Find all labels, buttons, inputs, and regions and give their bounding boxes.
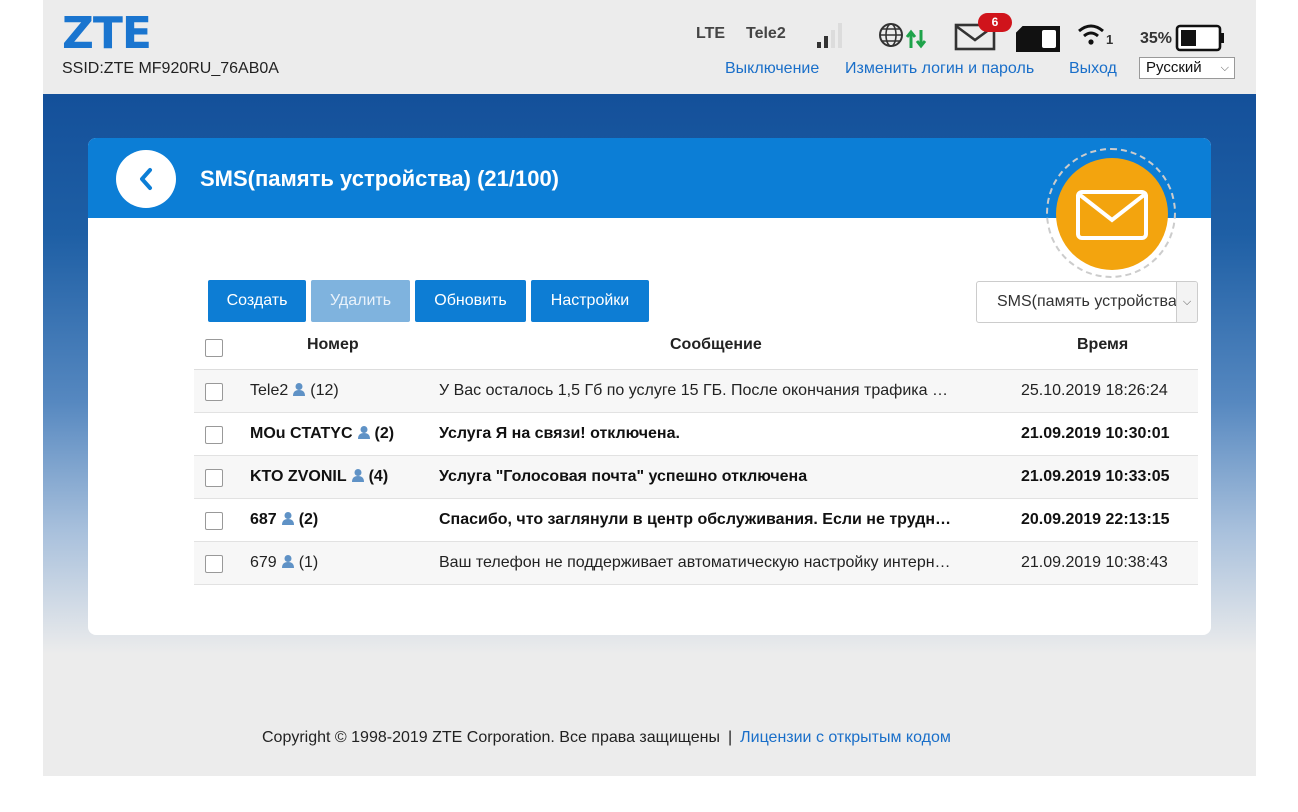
- row-number[interactable]: KTO ZVONIL (4): [250, 468, 388, 486]
- storage-select[interactable]: SMS(память устройства) ⌵: [976, 281, 1198, 323]
- message-preview[interactable]: Спасибо, что заглянули в центр обслужива…: [439, 511, 999, 529]
- person-icon: [293, 383, 306, 396]
- row-number[interactable]: MOu CTATYC (2): [250, 425, 394, 443]
- table-row[interactable]: 679 (1) Ваш телефон не поддерживает автом…: [194, 542, 1198, 585]
- table-header: Номер Сообщение Время: [194, 326, 1198, 371]
- copyright-text: Copyright © 1998-2019 ZTE Corporation. В…: [262, 729, 720, 746]
- message-preview[interactable]: У Вас осталось 1,5 Гб по услуге 15 ГБ. П…: [439, 382, 999, 400]
- person-icon: [281, 555, 294, 568]
- row-checkbox[interactable]: [205, 555, 223, 573]
- battery-percent: 35%: [1140, 30, 1173, 47]
- message-count: (4): [368, 468, 389, 485]
- shutdown-link[interactable]: Выключение: [725, 60, 819, 78]
- message-time: 25.10.2019 18:26:24: [1021, 382, 1168, 399]
- row-checkbox[interactable]: [205, 469, 223, 487]
- message-time: 21.09.2019 10:38:43: [1021, 554, 1168, 571]
- person-icon: [351, 469, 364, 482]
- sender-name: 687: [250, 511, 277, 528]
- ssid-label: SSID:ZTE MF920RU_76AB0A: [62, 60, 279, 77]
- wifi-icon: [1078, 24, 1104, 45]
- refresh-button[interactable]: Обновить: [415, 280, 526, 322]
- mail-badge: [1056, 158, 1168, 270]
- language-select[interactable]: Русский ⌵: [1139, 57, 1235, 79]
- row-checkbox[interactable]: [205, 383, 223, 401]
- footer: Copyright © 1998-2019 ZTE Corporation. В…: [262, 729, 951, 747]
- message-preview[interactable]: Услуга Я на связи! отключена.: [439, 425, 999, 443]
- message-time: 21.09.2019 10:33:05: [1021, 468, 1170, 485]
- person-icon: [357, 426, 370, 439]
- delete-button[interactable]: Удалить: [311, 280, 410, 322]
- page-title: SMS(память устройства) (21/100): [200, 166, 560, 191]
- sender-name: KTO ZVONIL: [250, 468, 347, 485]
- row-number[interactable]: 679 (1): [250, 554, 318, 572]
- table-row[interactable]: KTO ZVONIL (4) Услуга "Голосовая почта" у…: [194, 456, 1198, 499]
- message-preview[interactable]: Услуга "Голосовая почта" успешно отключе…: [439, 468, 999, 486]
- back-button[interactable]: [116, 150, 176, 208]
- storage-select-value: SMS(память устройства): [997, 293, 1183, 310]
- person-icon: [281, 512, 294, 525]
- message-time: 20.09.2019 22:13:15: [1021, 511, 1170, 528]
- signal-icon: [817, 23, 842, 48]
- row-checkbox[interactable]: [205, 512, 223, 530]
- back-icon: [140, 168, 152, 190]
- row-number[interactable]: 687 (2): [250, 511, 318, 529]
- column-time[interactable]: Время: [1077, 336, 1128, 354]
- language-value: Русский: [1146, 59, 1202, 76]
- open-source-license-link[interactable]: Лицензии с открытым кодом: [740, 729, 951, 746]
- table-row[interactable]: MOu CTATYC (2) Услуга Я на связи! отключе…: [194, 413, 1198, 456]
- sender-name: 679: [250, 554, 277, 571]
- battery-icon: [1175, 24, 1224, 52]
- column-number[interactable]: Номер: [307, 336, 359, 354]
- create-button[interactable]: Создать: [208, 280, 306, 322]
- table-row[interactable]: 687 (2) Спасибо, что заглянули в центр об…: [194, 499, 1198, 542]
- select-all-checkbox[interactable]: [205, 339, 223, 357]
- chevron-down-icon: ⌵: [1176, 282, 1197, 322]
- logout-link[interactable]: Выход: [1069, 60, 1117, 78]
- sender-name: MOu CTATYC: [250, 425, 353, 442]
- row-number[interactable]: Tele2 (12): [250, 382, 339, 400]
- data-arrows-icon: [905, 29, 927, 49]
- wifi-users-count: 1: [1106, 32, 1114, 47]
- network-type: LTE: [696, 25, 726, 42]
- row-checkbox[interactable]: [205, 426, 223, 444]
- sms-unread-badge: 6: [978, 13, 1012, 32]
- zte-logo[interactable]: ZTE: [62, 12, 152, 56]
- carrier-name: Tele2: [746, 25, 786, 42]
- sim-icon: [1016, 26, 1060, 52]
- chevron-down-icon: ⌵: [1220, 62, 1229, 74]
- message-count: (2): [298, 511, 319, 528]
- column-message[interactable]: Сообщение: [670, 336, 762, 354]
- card-header: SMS(память устройства) (21/100): [88, 138, 1211, 218]
- message-count: (12): [310, 382, 339, 399]
- message-count: (2): [374, 425, 395, 442]
- sender-name: Tele2: [250, 382, 289, 399]
- settings-button[interactable]: Настройки: [531, 280, 649, 322]
- message-preview[interactable]: Ваш телефон не поддерживает автоматическ…: [439, 554, 999, 572]
- change-credentials-link[interactable]: Изменить логин и пароль: [845, 60, 1034, 78]
- message-count: (1): [298, 554, 319, 571]
- large-envelope-icon: [1076, 190, 1148, 240]
- footer-separator: |: [727, 729, 733, 746]
- globe-icon: [879, 23, 903, 47]
- message-time: 21.09.2019 10:30:01: [1021, 425, 1170, 442]
- table-row[interactable]: Tele2 (12) У Вас осталось 1,5 Гб по услуг…: [194, 370, 1198, 413]
